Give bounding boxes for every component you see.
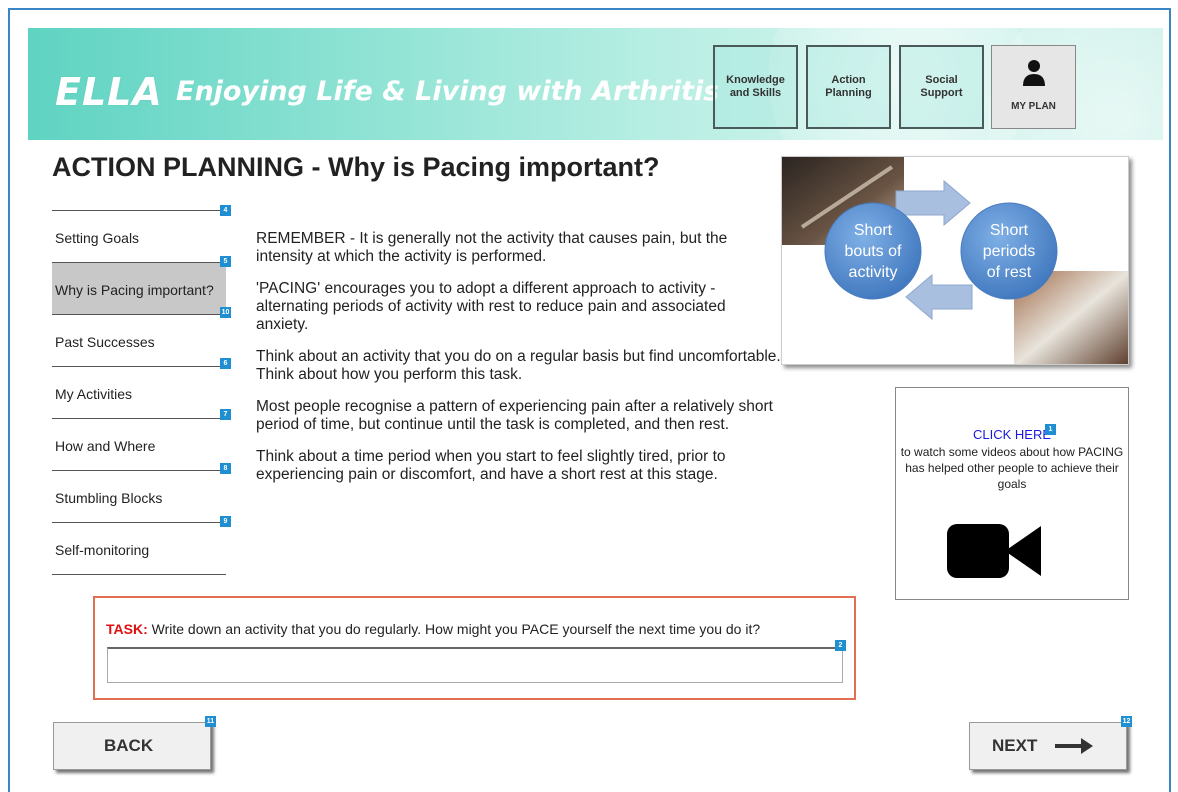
sidebar-item-past-successes[interactable]: Past Successes (52, 314, 226, 366)
sidebar-item-label: Setting Goals (55, 230, 140, 246)
activity-circle-line: Short (854, 222, 893, 239)
task-lead: TASK: (106, 621, 148, 637)
sidebar-item-why-is-pacing-important[interactable]: Why is Pacing important? (52, 262, 226, 314)
pacing-diagram: Short bouts of activity Short periods of… (781, 156, 1129, 365)
activity-circle-line: activity (849, 264, 898, 281)
back-button[interactable]: BACK (53, 722, 211, 770)
sidebar-item-label: Self-monitoring (55, 542, 150, 558)
click-here-link[interactable]: CLICK HERE (896, 427, 1128, 442)
activity-circle-line: bouts of (845, 243, 902, 260)
task-panel: TASK: Write down an activity that you do… (93, 596, 856, 700)
step-badge: 5 (220, 256, 231, 267)
nav-action-planning[interactable]: Action Planning (806, 45, 891, 129)
pacing-diagram-graphic: Short bouts of activity Short periods of… (782, 157, 1128, 364)
arrow-right-icon (1055, 738, 1094, 754)
content-paragraph: Think about a time period when you start… (256, 448, 726, 483)
sidebar-item-label: Past Successes (55, 334, 155, 350)
step-badge: 9 (220, 516, 231, 527)
nav-knowledge-and-skills[interactable]: Knowledge and Skills (713, 45, 798, 129)
content-paragraph: 'PACING' encourages you to adopt a diffe… (256, 280, 726, 333)
app-logo: ELLA (55, 70, 163, 114)
sidebar-item-setting-goals[interactable]: Setting Goals (52, 210, 226, 262)
next-button[interactable]: NEXT (969, 722, 1127, 770)
step-badge: 8 (220, 463, 231, 474)
sidebar-item-label: Stumbling Blocks (55, 490, 163, 506)
task-prompt: TASK: Write down an activity that you do… (106, 621, 760, 637)
sidebar-nav: Setting Goals Why is Pacing important? P… (52, 210, 226, 575)
step-badge: 1 (1045, 424, 1056, 435)
step-badge: 10 (220, 307, 231, 318)
arrow-left-shape (905, 273, 973, 321)
step-badge: 12 (1121, 716, 1132, 727)
task-text: Write down an activity that you do regul… (151, 621, 761, 637)
next-button-label: NEXT (992, 736, 1038, 755)
app-tagline: Enjoying Life & Living with Arthritis (176, 76, 720, 107)
rest-circle-line: of rest (987, 264, 1032, 281)
my-plan-button[interactable]: MY PLAN (991, 45, 1076, 129)
rest-circle-line: periods (983, 243, 1035, 260)
sidebar-item-label: My Activities (55, 386, 133, 402)
sidebar-item-self-monitoring[interactable]: Self-monitoring (52, 522, 226, 574)
content-paragraph: Most people recognise a pattern of exper… (256, 398, 773, 433)
video-panel: CLICK HERE to watch some videos about ho… (895, 387, 1129, 600)
sidebar-item-label: Why is Pacing important? (55, 282, 214, 298)
step-badge: 7 (220, 409, 231, 420)
sidebar-item-how-and-where[interactable]: How and Where (52, 418, 226, 470)
step-badge: 6 (220, 358, 231, 369)
sidebar-item-my-activities[interactable]: My Activities (52, 366, 226, 418)
task-answer-input[interactable] (107, 647, 843, 683)
my-plan-label: MY PLAN (1011, 101, 1056, 112)
nav-social-support[interactable]: Social Support (899, 45, 984, 129)
content-body: REMEMBER - It is generally not the activ… (256, 230, 781, 498)
video-description: to watch some videos about how PACING ha… (900, 445, 1124, 491)
content-paragraph: Think about an activity that you do on a… (256, 348, 781, 383)
content-paragraph: REMEMBER - It is generally not the activ… (256, 230, 728, 265)
person-icon (1023, 60, 1045, 86)
step-badge: 2 (835, 640, 846, 651)
step-badge: 4 (220, 205, 231, 216)
step-badge: 11 (205, 716, 216, 727)
sidebar-item-label: How and Where (55, 438, 156, 454)
video-camera-icon[interactable] (947, 524, 1041, 578)
page-title: ACTION PLANNING - Why is Pacing importan… (52, 152, 660, 182)
rest-circle-line: Short (990, 222, 1029, 239)
back-button-label: BACK (104, 736, 154, 755)
sidebar-divider (52, 574, 226, 575)
sidebar-item-stumbling-blocks[interactable]: Stumbling Blocks (52, 470, 226, 522)
